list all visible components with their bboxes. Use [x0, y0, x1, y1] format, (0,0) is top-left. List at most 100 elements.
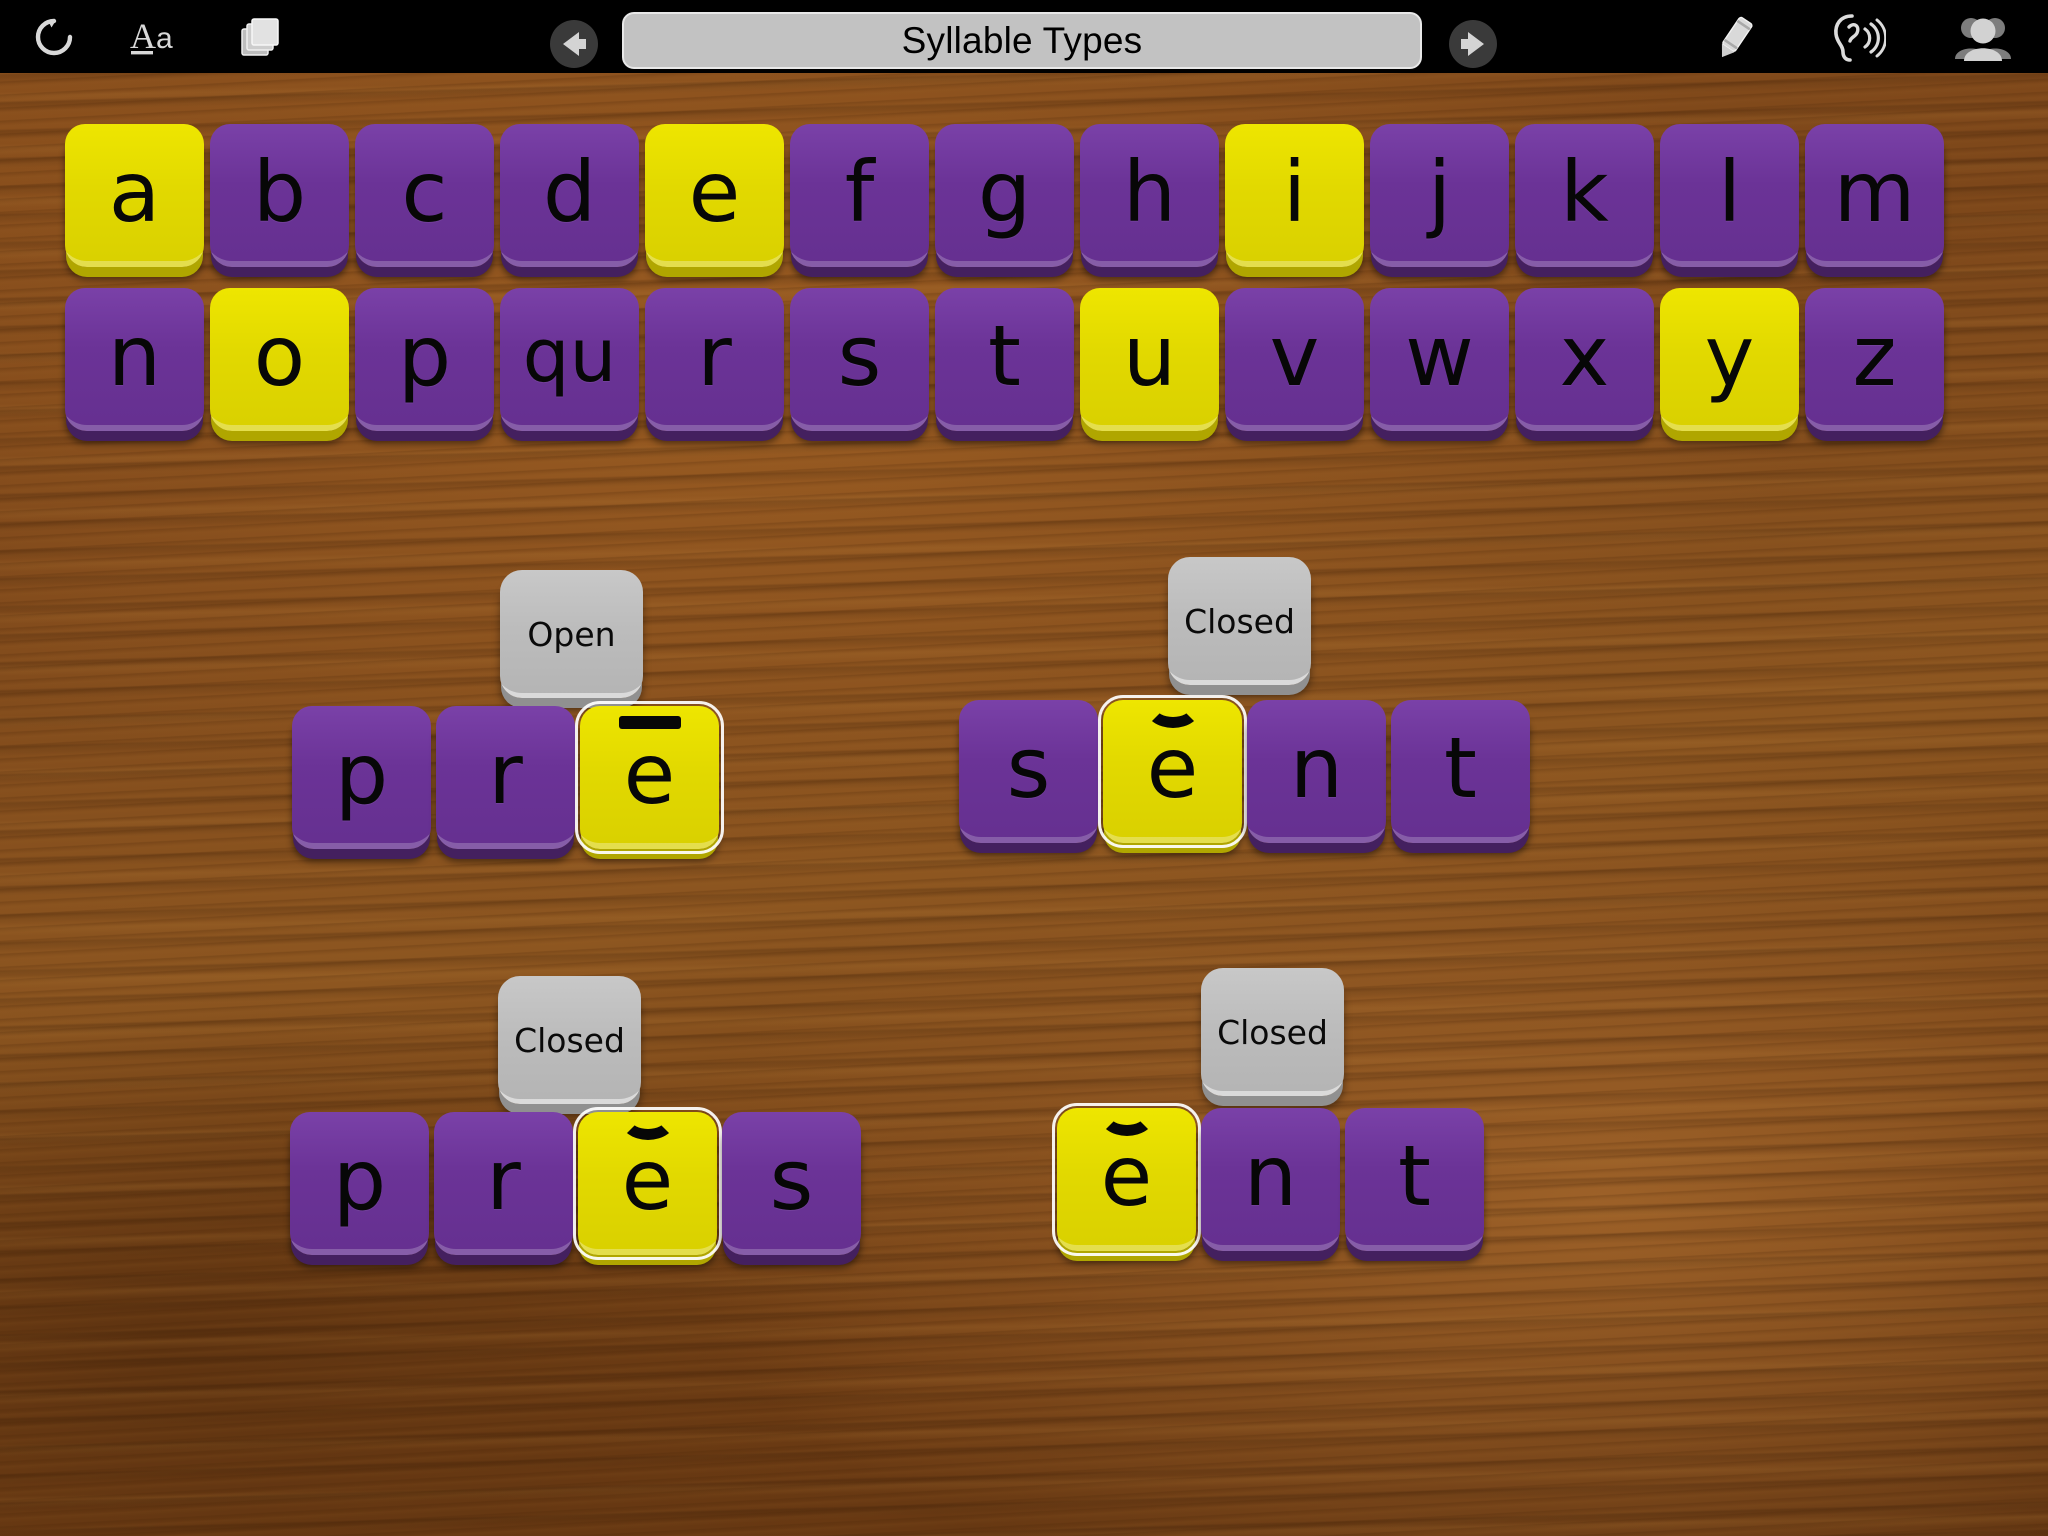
tile-letter: r — [486, 1130, 521, 1229]
word-tile-e[interactable]: e — [1052, 1103, 1201, 1256]
letter-tile-f[interactable]: f — [790, 124, 929, 267]
letter-tile-g[interactable]: g — [935, 124, 1074, 267]
letter-tile-p[interactable]: p — [355, 288, 494, 431]
tile-letter: w — [1405, 306, 1474, 405]
toolbar-left-group: A a — [0, 0, 316, 73]
word-group: Closed pr es — [290, 976, 866, 1260]
tile-letter: d — [542, 142, 597, 241]
tile-letter: y — [1704, 306, 1755, 405]
forward-arrow-icon[interactable] — [1447, 18, 1499, 74]
page-title[interactable]: Syllable Types — [622, 12, 1422, 69]
alphabet-row-2: n o p qu r s t u v w x y z — [65, 288, 1950, 431]
tile-letter: n — [1243, 1126, 1298, 1225]
tile-letter: e — [1100, 1126, 1153, 1225]
word-tile-e[interactable]: e — [573, 1107, 722, 1260]
letter-tile-l[interactable]: l — [1660, 124, 1799, 267]
tile-letter: e — [623, 724, 676, 823]
syllable-type-label[interactable]: Closed — [1201, 968, 1344, 1096]
letter-tile-e[interactable]: e — [645, 124, 784, 267]
back-arrow-icon[interactable] — [548, 18, 600, 74]
tile-letter: m — [1833, 142, 1916, 241]
font-size-icon[interactable]: A a — [108, 0, 208, 73]
letter-tile-h[interactable]: h — [1080, 124, 1219, 267]
syllable-type-label[interactable]: Closed — [498, 976, 641, 1104]
tile-letter: n — [1289, 718, 1344, 817]
word-tile-r[interactable]: r — [436, 706, 575, 849]
letter-tile-k[interactable]: k — [1515, 124, 1654, 267]
tile-letter: k — [1560, 142, 1609, 241]
refresh-icon[interactable] — [0, 0, 108, 73]
letter-tile-m[interactable]: m — [1805, 124, 1944, 267]
letter-tile-z[interactable]: z — [1805, 288, 1944, 431]
letter-tile-d[interactable]: d — [500, 124, 639, 267]
word-tile-n[interactable]: n — [1201, 1108, 1340, 1251]
tile-letter: i — [1282, 142, 1307, 241]
word-tile-e[interactable]: e — [575, 701, 724, 854]
letter-tile-b[interactable]: b — [210, 124, 349, 267]
tile-letter: e — [688, 142, 741, 241]
tile-letter: qu — [522, 312, 617, 399]
word-tile-e[interactable]: e — [1098, 695, 1247, 848]
word-tile-s[interactable]: s — [959, 700, 1098, 843]
letter-tile-t[interactable]: t — [935, 288, 1074, 431]
page-title-text: Syllable Types — [901, 19, 1143, 61]
svg-text:a: a — [156, 22, 173, 55]
tile-letter: j — [1427, 142, 1452, 241]
tile-letter: a — [108, 142, 161, 241]
ear-listen-icon[interactable] — [1794, 0, 1916, 73]
tile-letter: e — [621, 1130, 674, 1229]
letter-tile-j[interactable]: j — [1370, 124, 1509, 267]
tile-letter: h — [1122, 142, 1177, 241]
word-tiles: en t — [1052, 1103, 1489, 1256]
tile-letter: o — [253, 306, 306, 405]
tile-letter: s — [837, 306, 882, 405]
word-group: Open pr e — [292, 570, 724, 854]
app-root: A a Syllable Types a b c d e f g h i j k… — [0, 0, 2048, 1536]
word-tile-t[interactable]: t — [1391, 700, 1530, 843]
tile-letter: e — [1146, 718, 1199, 817]
letter-tile-n[interactable]: n — [65, 288, 204, 431]
word-tile-p[interactable]: p — [290, 1112, 429, 1255]
tile-letter: c — [401, 142, 448, 241]
syllable-type-label-text: Closed — [1184, 601, 1295, 641]
word-tiles: sen t — [959, 695, 1535, 848]
syllable-type-label[interactable]: Open — [500, 570, 643, 698]
tile-letter: z — [1852, 306, 1897, 405]
letter-tile-y[interactable]: y — [1660, 288, 1799, 431]
tile-letter: v — [1269, 306, 1320, 405]
tile-letter: s — [1006, 718, 1051, 817]
letter-tile-c[interactable]: c — [355, 124, 494, 267]
users-icon[interactable] — [1916, 0, 2048, 73]
tile-letter: s — [769, 1130, 814, 1229]
tile-letter: p — [397, 306, 452, 405]
tile-letter: t — [988, 306, 1021, 405]
letter-tile-w[interactable]: w — [1370, 288, 1509, 431]
tile-letter: t — [1444, 718, 1477, 817]
tile-letter: l — [1717, 142, 1742, 241]
tile-letter: b — [252, 142, 307, 241]
letter-tile-qu[interactable]: qu — [500, 288, 639, 431]
letter-tile-s[interactable]: s — [790, 288, 929, 431]
word-tile-p[interactable]: p — [292, 706, 431, 849]
copy-stack-icon[interactable] — [208, 0, 316, 73]
word-tile-n[interactable]: n — [1247, 700, 1386, 843]
letter-tile-a[interactable]: a — [65, 124, 204, 267]
crayon-icon[interactable] — [1676, 0, 1794, 73]
syllable-type-label[interactable]: Closed — [1168, 557, 1311, 685]
letter-tile-r[interactable]: r — [645, 288, 784, 431]
word-tile-r[interactable]: r — [434, 1112, 573, 1255]
tile-letter: t — [1398, 1126, 1431, 1225]
letter-tile-v[interactable]: v — [1225, 288, 1364, 431]
tile-letter: g — [977, 142, 1032, 241]
tile-letter: n — [107, 306, 162, 405]
word-tile-s[interactable]: s — [722, 1112, 861, 1255]
word-tiles: pr es — [290, 1107, 866, 1260]
letter-tile-i[interactable]: i — [1225, 124, 1364, 267]
tile-letter: p — [334, 724, 389, 823]
letter-tile-u[interactable]: u — [1080, 288, 1219, 431]
word-group: Closed sen t — [959, 557, 1535, 848]
letter-tile-x[interactable]: x — [1515, 288, 1654, 431]
letter-tile-o[interactable]: o — [210, 288, 349, 431]
tile-letter: f — [844, 142, 875, 241]
word-tile-t[interactable]: t — [1345, 1108, 1484, 1251]
